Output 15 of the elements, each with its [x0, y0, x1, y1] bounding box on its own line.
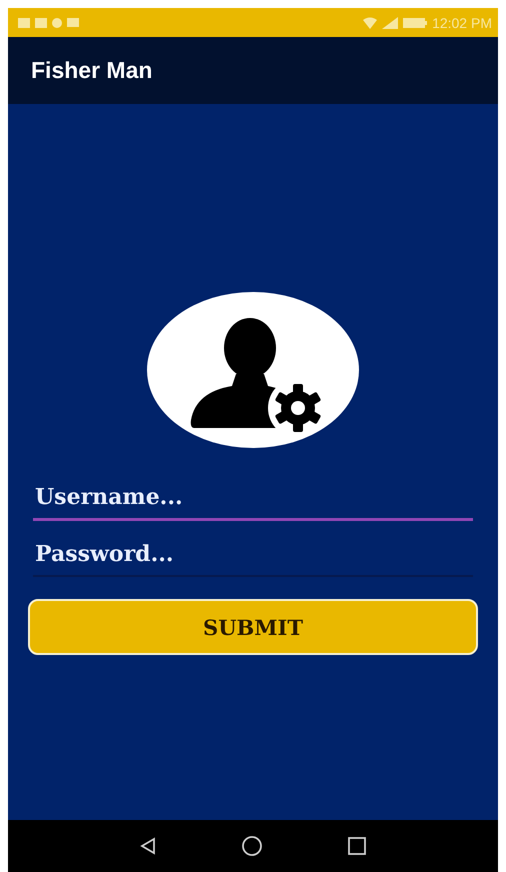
notification-icon — [67, 18, 79, 27]
signal-icon — [382, 16, 398, 28]
input-field[interactable]: Password... — [33, 535, 473, 577]
notification-icon — [18, 18, 30, 28]
home-icon[interactable] — [240, 835, 263, 857]
battery-icon — [403, 16, 428, 28]
notification-icon — [35, 18, 47, 28]
recents-icon[interactable] — [348, 837, 366, 855]
app-title: Fisher Man — [31, 57, 152, 84]
status-time: 12:02 PM — [432, 14, 492, 30]
back-icon[interactable] — [140, 837, 156, 855]
wifi-icon — [363, 16, 378, 28]
input-field[interactable]: Username... — [33, 478, 473, 521]
notification-icon — [52, 18, 62, 28]
submit-button[interactable]: SUBMIT — [28, 599, 478, 655]
